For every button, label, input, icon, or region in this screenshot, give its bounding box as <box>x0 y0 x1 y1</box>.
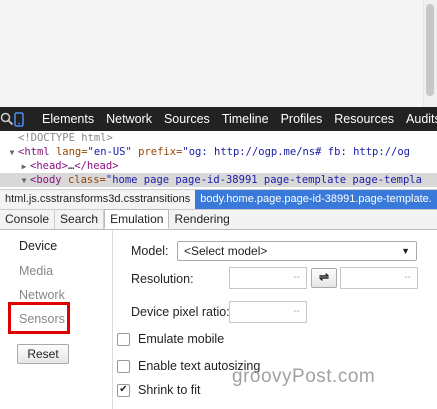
resolution-height-input[interactable]: -- <box>340 267 418 289</box>
breadcrumb-item-body[interactable]: body.home.page.page-id-38991.page-templa… <box>195 190 437 209</box>
shrink-to-fit-label: Shrink to fit <box>138 383 201 397</box>
dom-node-head[interactable]: ▶ <head>…</head> <box>0 159 437 173</box>
inspected-page-area <box>0 0 437 107</box>
tab-profiles[interactable]: Profiles <box>275 107 329 131</box>
tab-audits[interactable]: Audits <box>400 107 437 131</box>
dom-node-html[interactable]: ▼ <html lang="en-US" prefix="og: http://o… <box>0 145 437 159</box>
html-val-prefix: "og: http://ogp.me/ns# fb: http://og <box>182 146 410 158</box>
dom-node-body[interactable]: ▼ <body class="home page page-id-38991 pa… <box>0 173 437 187</box>
tab-elements[interactable]: Elements <box>36 107 100 131</box>
sensors-highlight-box <box>8 302 70 334</box>
model-select-value: <Select model> <box>184 244 268 258</box>
html-val-lang: "en-US" <box>87 146 132 158</box>
tab-resources[interactable]: Resources <box>328 107 400 131</box>
tab-timeline[interactable]: Timeline <box>216 107 275 131</box>
page-scrollbar-thumb[interactable] <box>426 4 434 96</box>
search-icon[interactable] <box>0 107 14 131</box>
tab-emulation[interactable]: Emulation <box>104 209 170 229</box>
sidebar-item-device[interactable]: Device <box>19 239 57 253</box>
page-scrollbar[interactable] <box>423 0 437 107</box>
html-tag: <html <box>18 146 50 158</box>
breadcrumb: html.js.csstransforms3d.csstransitions b… <box>0 189 437 210</box>
watermark-logo: groovyPost.com <box>232 366 376 387</box>
tab-search[interactable]: Search <box>55 210 105 229</box>
body-tag: <body <box>30 174 62 186</box>
shrink-to-fit-row[interactable]: ✔ Shrink to fit <box>117 383 201 397</box>
chevron-down-icon: ▼ <box>401 246 410 256</box>
tab-rendering[interactable]: Rendering <box>169 210 234 229</box>
expanded-arrow-icon[interactable]: ▼ <box>6 146 18 160</box>
device-mode-icon[interactable] <box>14 107 24 131</box>
drawer-tabbar: Console Search Emulation Rendering <box>0 209 437 230</box>
expanded-arrow-icon[interactable]: ▼ <box>18 174 30 188</box>
model-select[interactable]: <Select model> ▼ <box>177 241 417 261</box>
head-close-tag: </head> <box>74 160 119 172</box>
reset-button[interactable]: Reset <box>17 344 69 364</box>
resolution-width-input[interactable]: -- <box>229 267 307 289</box>
body-val-class: "home page page-id-38991 page-template p… <box>105 174 422 186</box>
tab-network[interactable]: Network <box>100 107 158 131</box>
tab-sources[interactable]: Sources <box>158 107 216 131</box>
dom-tree: <!DOCTYPE html> ▼ <html lang="en-US" pref… <box>0 131 437 189</box>
devtools-toolbar: Elements Network Sources Timeline Profil… <box>0 107 437 131</box>
swap-dimensions-button[interactable]: ⇌ <box>311 268 337 288</box>
sidebar-item-network[interactable]: Network <box>19 288 65 302</box>
device-pixel-ratio-label: Device pixel ratio: <box>131 305 230 319</box>
html-attr-lang: lang= <box>55 146 88 158</box>
model-label: Model: <box>131 244 169 258</box>
emulation-sidebar: Device Media Network Sensors Reset <box>0 230 113 409</box>
emulate-mobile-row[interactable]: Emulate mobile <box>117 332 224 346</box>
resolution-label: Resolution: <box>131 272 194 286</box>
collapsed-arrow-icon[interactable]: ▶ <box>18 160 30 174</box>
emulate-mobile-checkbox[interactable] <box>117 332 130 346</box>
doctype-text: <!DOCTYPE html> <box>18 132 113 144</box>
shrink-to-fit-checkbox[interactable]: ✔ <box>117 383 130 397</box>
text-autosizing-checkbox[interactable] <box>117 359 130 373</box>
html-attr-prefix: prefix= <box>138 146 183 158</box>
dom-node-doctype[interactable]: <!DOCTYPE html> <box>0 131 437 145</box>
tab-console[interactable]: Console <box>0 210 56 229</box>
emulate-mobile-label: Emulate mobile <box>138 332 225 346</box>
breadcrumb-item-html[interactable]: html.js.csstransforms3d.csstransitions <box>0 190 195 209</box>
body-attr-class: class= <box>67 174 106 186</box>
head-open-tag: <head> <box>30 160 68 172</box>
sidebar-item-media[interactable]: Media <box>19 264 53 278</box>
device-pixel-ratio-input[interactable]: -- <box>229 301 307 323</box>
